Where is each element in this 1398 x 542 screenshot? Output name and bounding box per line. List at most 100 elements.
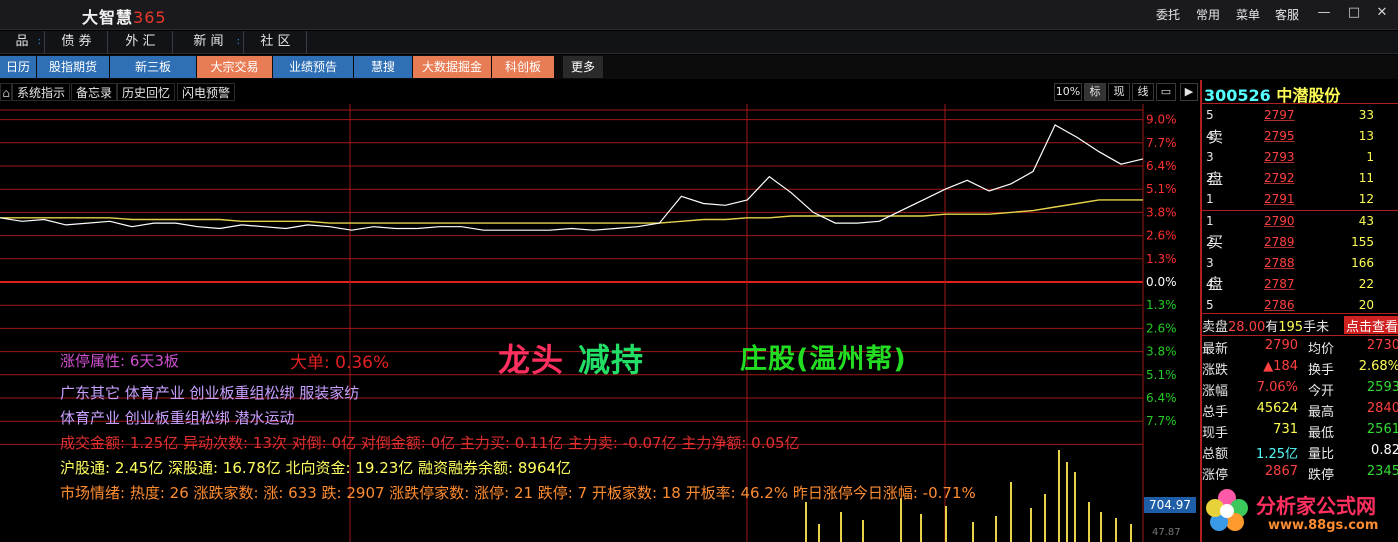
tab-more[interactable]: 更多 <box>563 56 603 78</box>
ask-price[interactable]: 2793 <box>1264 150 1295 164</box>
stat-value: 2790 <box>1264 338 1298 353</box>
ask-volume: 1 <box>1366 150 1374 164</box>
ask-volume: 11 <box>1358 171 1374 185</box>
ask-volume: 12 <box>1358 192 1374 206</box>
line-toggle[interactable]: 线 <box>1132 83 1154 101</box>
nav-item-news[interactable]: 新 闻: <box>174 31 244 54</box>
system-indicator-button[interactable]: 系统指示 <box>12 83 71 101</box>
menu-main[interactable]: 菜单 <box>1236 6 1260 23</box>
ask-price[interactable]: 2792 <box>1264 171 1295 185</box>
volume-bar <box>995 516 997 542</box>
watermark-url: www.88gs.com <box>1268 518 1379 533</box>
y-tick-label: 5.1% <box>1146 182 1177 196</box>
bid-row[interactable]: 3 2788 166 <box>1202 253 1398 274</box>
title-bar: 大智慧365 委托 常用 菜单 客服 — □ ✕ <box>0 0 1398 30</box>
quote-stats: 最新 2790 均价 2730 涨跌 ▲184 换手 2.68% 涨幅 7.06% 今开 2593 总手… <box>1202 336 1398 496</box>
ask-row[interactable]: 4 2795 13 <box>1202 126 1398 147</box>
ask-price[interactable]: 2791 <box>1264 192 1295 206</box>
ask-row[interactable]: 2 2792 11 <box>1202 168 1398 189</box>
window-icon[interactable]: ▭ <box>1156 83 1176 101</box>
menu-service[interactable]: 客服 <box>1275 6 1299 23</box>
stat-key: 总额 <box>1202 447 1229 462</box>
menu-entrust[interactable]: 委托 <box>1156 6 1180 23</box>
tab-block-trade[interactable]: 大宗交易 <box>197 56 272 78</box>
minimize-icon[interactable]: — <box>1315 4 1333 22</box>
bid-level: 2 <box>1206 235 1214 249</box>
ask-level: 2 <box>1206 171 1214 185</box>
bid-price[interactable]: 2789 <box>1264 235 1295 249</box>
tab-big-data[interactable]: 大数据掘金 <box>413 56 491 78</box>
y-tick-label: 2.6% <box>1146 321 1177 335</box>
nav-item-stock[interactable]: 品: <box>0 31 45 54</box>
stat-value: 2561 <box>1366 422 1398 437</box>
stat-key: 现手 <box>1202 426 1229 441</box>
ask-volume: 13 <box>1358 129 1374 143</box>
chart-toolbar: ⌂ 系统指示 备忘录 历史回忆 闪电预警 10% 标 现 线 ▭ ▶ <box>0 82 1198 102</box>
bid-price[interactable]: 2788 <box>1264 256 1295 270</box>
memo-button[interactable]: 备忘录 <box>71 83 118 101</box>
tab-hui-search[interactable]: 慧搜 <box>354 56 412 78</box>
feature-nav: 日历 股指期货 新三板 大宗交易 业绩预告 慧搜 大数据掘金 科创板 更多 <box>0 55 1398 79</box>
stat-row: 现手 731 最低 2561 <box>1202 420 1398 441</box>
volume-bar <box>862 520 864 542</box>
stat-value: ▲184 <box>1263 359 1298 374</box>
nav-item-forex[interactable]: 外 汇 <box>109 31 173 54</box>
menu-common[interactable]: 常用 <box>1196 6 1220 23</box>
stat-key: 最新 <box>1202 342 1229 357</box>
nav-item-community[interactable]: 社 区 <box>245 31 307 54</box>
history-button[interactable]: 历史回忆 <box>117 83 176 101</box>
average-price-line <box>0 199 1143 224</box>
tab-index-futures[interactable]: 股指期货 <box>37 56 109 78</box>
ask-book: 卖 盘 5 2797 33 4 2795 13 3 2793 1 2 2792 11 1 2791 12 <box>1202 103 1398 211</box>
flash-alert-button[interactable]: 闪电预警 <box>177 83 236 101</box>
headline-dealer: 庄股(温州帮) <box>740 344 907 375</box>
stat-row: 总额 1.25亿 量比 0.82 <box>1202 441 1398 462</box>
bid-volume: 166 <box>1351 256 1374 270</box>
view-details-button[interactable]: 点击查看 <box>1343 316 1398 334</box>
quote-panel: 300526 中潜股份 卖 盘 5 2797 33 4 2795 13 3 2793 1 2 279… <box>1200 80 1398 542</box>
main-nav: 品: 债 券 外 汇 新 闻: 社 区 <box>0 31 1398 54</box>
ask-price[interactable]: 2795 <box>1264 129 1295 143</box>
bid-price[interactable]: 2790 <box>1264 214 1295 228</box>
bid-price[interactable]: 2787 <box>1264 277 1295 291</box>
percent-toggle[interactable]: 10% <box>1054 83 1082 101</box>
ask-price[interactable]: 2797 <box>1264 108 1295 122</box>
sell-info-row: 卖盘28.00有195手未 点击查看 <box>1202 316 1398 334</box>
mark-toggle[interactable]: 标 <box>1084 83 1106 101</box>
stat-value: 2593 <box>1366 380 1398 395</box>
flower-logo-icon <box>1206 489 1248 531</box>
lock-icon[interactable]: ⌂ <box>0 83 12 101</box>
volume-readout: 704.97 <box>1144 497 1196 513</box>
headline-reduce: 减持 <box>578 341 645 379</box>
bid-level: 4 <box>1206 277 1214 291</box>
tab-star-market[interactable]: 科创板 <box>492 56 554 78</box>
bid-row[interactable]: 4 2787 22 <box>1202 274 1398 295</box>
stat-row: 最新 2790 均价 2730 <box>1202 336 1398 357</box>
ask-row[interactable]: 1 2791 12 <box>1202 189 1398 210</box>
y-tick-label: 1.3% <box>1146 252 1177 266</box>
bid-row[interactable]: 2 2789 155 <box>1202 232 1398 253</box>
tab-calendar[interactable]: 日历 <box>0 56 36 78</box>
bid-row[interactable]: 1 2790 43 <box>1202 211 1398 232</box>
tab-neeq[interactable]: 新三板 <box>110 56 196 78</box>
volume-bar <box>1074 472 1076 542</box>
bid-volume: 43 <box>1358 214 1374 228</box>
ask-row[interactable]: 5 2797 33 <box>1202 105 1398 126</box>
ask-row[interactable]: 3 2793 1 <box>1202 147 1398 168</box>
y-tick-label: 9.0% <box>1146 113 1177 127</box>
bid-volume: 22 <box>1358 277 1374 291</box>
concepts-line-1: 广东其它 体育产业 创业板重组松绑 服装家纺 <box>60 384 360 402</box>
tab-earnings-forecast[interactable]: 业绩预告 <box>273 56 353 78</box>
ask-level: 5 <box>1206 108 1214 122</box>
y-tick-label: 7.7% <box>1146 136 1177 150</box>
play-icon[interactable]: ▶ <box>1180 83 1198 101</box>
nav-item-bond[interactable]: 债 券 <box>46 31 108 54</box>
stat-value: 731 <box>1273 422 1298 437</box>
app-window: { "app": {"name": "大智慧", "version": "365… <box>0 0 1398 542</box>
current-toggle[interactable]: 现 <box>1108 83 1130 101</box>
bid-row[interactable]: 5 2786 20 <box>1202 295 1398 316</box>
close-icon[interactable]: ✕ <box>1373 4 1391 22</box>
maximize-icon[interactable]: □ <box>1345 4 1363 22</box>
ask-volume: 33 <box>1358 108 1374 122</box>
bid-price[interactable]: 2786 <box>1264 298 1295 312</box>
